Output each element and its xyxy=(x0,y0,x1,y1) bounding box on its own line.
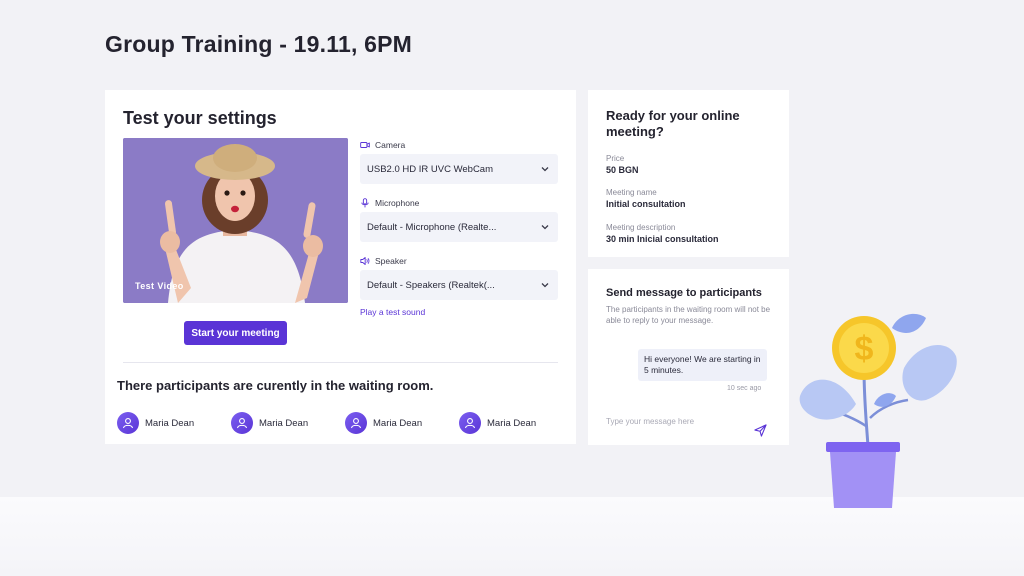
participant-item[interactable]: Maria Dean xyxy=(117,412,194,434)
svg-text:$: $ xyxy=(855,330,874,368)
user-icon xyxy=(350,418,362,429)
speaker-select[interactable]: Default - Speakers (Realtek(... xyxy=(360,270,558,300)
message-card-title: Send message to participants xyxy=(606,287,762,299)
meeting-info-title: Ready for your online meeting? xyxy=(606,108,740,139)
user-icon xyxy=(122,418,134,429)
meeting-name-label: Meeting name xyxy=(606,188,657,197)
participant-item[interactable]: Maria Dean xyxy=(231,412,308,434)
speaker-select-value: Default - Speakers (Realtek(... xyxy=(367,279,495,291)
chevron-down-icon xyxy=(541,283,549,288)
microphone-select[interactable]: Default - Microphone (Realte... xyxy=(360,212,558,242)
microphone-select-value: Default - Microphone (Realte... xyxy=(367,221,497,233)
meeting-description-value: 30 min Inicial consultation xyxy=(606,234,719,244)
avatar xyxy=(117,412,139,434)
participant-item[interactable]: Maria Dean xyxy=(345,412,422,434)
user-icon xyxy=(236,418,248,429)
divider xyxy=(123,362,558,363)
message-input[interactable] xyxy=(606,417,746,426)
meeting-name-value: Initial consultation xyxy=(606,199,686,209)
avatar xyxy=(459,412,481,434)
message-card: Send message to participants The partici… xyxy=(588,269,789,445)
video-preview: Test Video xyxy=(123,138,348,303)
camera-select-value: USB2.0 HD IR UVC WebCam xyxy=(367,163,493,175)
camera-label-text: Camera xyxy=(375,140,406,150)
settings-card: Test your settings Test Video Start your… xyxy=(105,90,576,444)
video-label: Test Video xyxy=(135,281,184,291)
camera-icon xyxy=(360,142,370,148)
user-icon xyxy=(464,418,476,429)
play-test-sound-link[interactable]: Play a test sound xyxy=(360,307,425,317)
participant-name: Maria Dean xyxy=(145,417,195,429)
microphone-label: Microphone xyxy=(360,198,419,208)
message-card-description: The participants in the waiting room wil… xyxy=(606,305,771,325)
speaker-label: Speaker xyxy=(360,256,407,266)
meeting-description-label: Meeting description xyxy=(606,223,676,232)
chevron-down-icon xyxy=(541,167,549,172)
participant-list: Maria Dean Maria Dean Maria Dean Maria D… xyxy=(117,412,567,436)
participant-name: Maria Dean xyxy=(373,417,423,429)
message-timestamp: 10 sec ago xyxy=(727,385,762,392)
video-person-image xyxy=(123,138,348,303)
participant-item[interactable]: Maria Dean xyxy=(459,412,536,434)
speaker-label-text: Speaker xyxy=(375,256,407,266)
price-label: Price xyxy=(606,154,625,163)
money-plant-illustration: $ xyxy=(799,313,957,508)
message-bubble: Hi everyone! We are starting in 5 minute… xyxy=(638,349,767,381)
avatar xyxy=(231,412,253,434)
send-icon[interactable] xyxy=(754,424,767,437)
meeting-info-card: Ready for your online meeting? Price 50 … xyxy=(588,90,789,257)
start-meeting-button[interactable]: Start your meeting xyxy=(184,321,287,345)
camera-label: Camera xyxy=(360,140,405,150)
microphone-icon xyxy=(361,198,369,208)
page-title: Group Training - 19.11, 6PM xyxy=(105,31,413,57)
settings-title: Test your settings xyxy=(123,108,277,128)
speaker-icon xyxy=(360,257,370,265)
camera-select[interactable]: USB2.0 HD IR UVC WebCam xyxy=(360,154,558,184)
participant-name: Maria Dean xyxy=(487,417,537,429)
avatar xyxy=(345,412,367,434)
chevron-down-icon xyxy=(541,225,549,230)
participant-name: Maria Dean xyxy=(259,417,309,429)
microphone-label-text: Microphone xyxy=(375,198,420,208)
price-value: 50 BGN xyxy=(606,165,639,175)
waiting-room-title: There participants are curently in the w… xyxy=(117,378,434,393)
